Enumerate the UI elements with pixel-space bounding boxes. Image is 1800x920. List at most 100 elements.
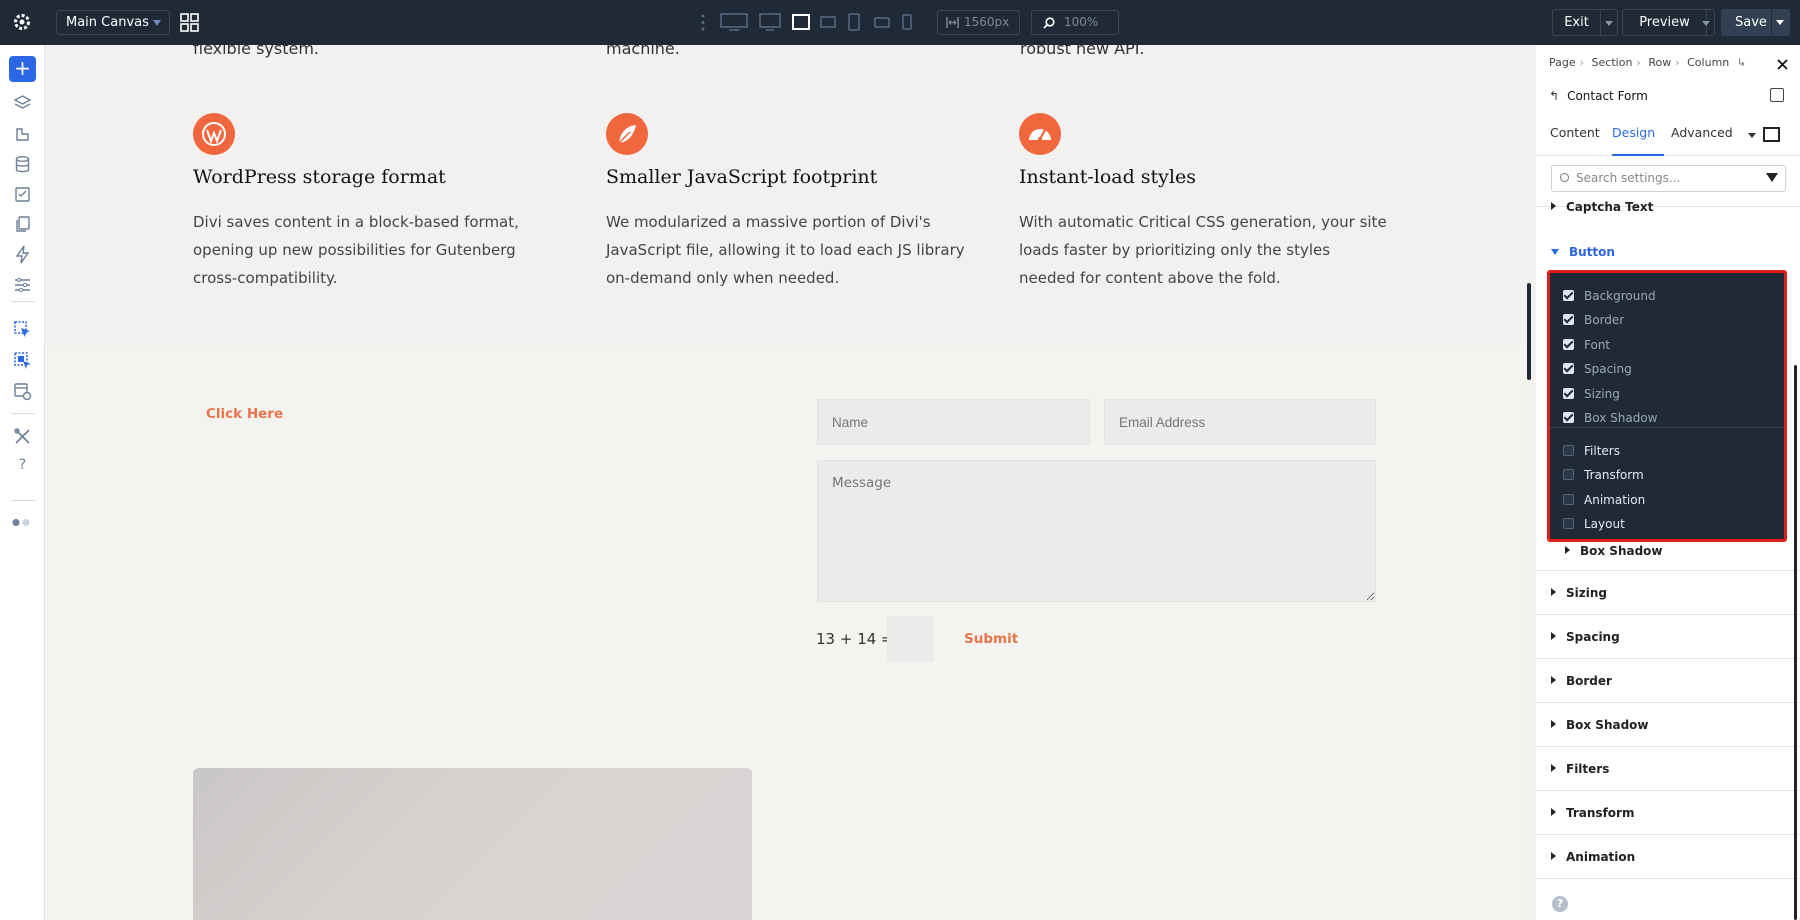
more-vertical-icon[interactable] <box>701 14 705 31</box>
breadcrumb-column[interactable]: Column <box>1687 56 1729 69</box>
name-input[interactable] <box>817 399 1090 445</box>
feature-body: Divi saves content in a block-based form… <box>193 213 519 287</box>
breadcrumb: Page › Section › Row › Column ↳ <box>1549 56 1746 69</box>
add-module-button[interactable]: + <box>9 56 36 82</box>
desktop-icon[interactable] <box>759 12 781 32</box>
tools-icon[interactable] <box>13 427 32 446</box>
active-tab-indicator <box>1612 154 1664 156</box>
grid-icon[interactable] <box>180 13 199 32</box>
settings-search-input[interactable]: Search settings... <box>1551 165 1786 192</box>
group-captcha-text[interactable]: Captcha Text <box>1551 200 1653 214</box>
help-icon[interactable]: ? <box>13 457 32 476</box>
desktop-wide-icon[interactable] <box>720 12 748 32</box>
brush-icon[interactable] <box>13 125 32 144</box>
template-icon[interactable] <box>13 185 32 204</box>
breadcrumb-page[interactable]: Page <box>1549 56 1576 69</box>
panel-scrollbar[interactable] <box>1794 365 1797 920</box>
back-arrow-icon[interactable]: ↰ <box>1549 89 1559 103</box>
search-icon <box>1560 173 1569 182</box>
captcha-input[interactable] <box>887 616 934 662</box>
dropdown-option-font[interactable]: Font <box>1563 338 1610 352</box>
group-button[interactable]: Button <box>1551 245 1615 259</box>
dropdown-option-animation[interactable]: Animation <box>1563 493 1645 507</box>
tab-content[interactable]: Content <box>1550 125 1600 140</box>
tablet-landscape-icon[interactable] <box>820 12 836 32</box>
phone-landscape-icon[interactable] <box>874 12 890 32</box>
square-icon[interactable] <box>1763 127 1780 142</box>
panel-divider <box>1536 878 1800 879</box>
design-group-filter-dropdown: Background Border Font Spacing Sizing Bo… <box>1547 270 1787 542</box>
laptop-icon[interactable] <box>792 12 810 32</box>
toggle-icon[interactable] <box>11 513 33 532</box>
canvas-width-input[interactable]: 1560px <box>937 10 1020 35</box>
multi-select-icon[interactable] <box>13 351 32 370</box>
checkbox-checked[interactable] <box>1563 412 1574 423</box>
subgroup-box-shadow[interactable]: Box Shadow <box>1565 544 1663 558</box>
close-icon[interactable] <box>1777 59 1788 70</box>
sidebar-divider <box>11 500 35 501</box>
chevron-down-icon <box>1605 21 1613 26</box>
email-input[interactable] <box>1104 399 1376 445</box>
exit-button[interactable]: Exit <box>1552 9 1601 36</box>
dropdown-option-box-shadow[interactable]: Box Shadow <box>1563 411 1657 425</box>
layers-icon[interactable] <box>13 94 32 113</box>
filter-icon[interactable] <box>1766 173 1778 182</box>
tab-design[interactable]: Design <box>1612 125 1655 140</box>
dropdown-option-border[interactable]: Border <box>1563 313 1624 327</box>
preview-menu-button[interactable] <box>1697 9 1715 36</box>
database-icon[interactable] <box>13 155 32 174</box>
pages-icon[interactable] <box>13 215 32 234</box>
layout-settings-icon[interactable] <box>13 382 32 401</box>
group-sizing[interactable]: Sizing <box>1551 586 1607 600</box>
group-filters[interactable]: Filters <box>1551 762 1609 776</box>
group-box-shadow[interactable]: Box Shadow <box>1551 718 1649 732</box>
panel-divider <box>1536 614 1800 615</box>
group-animation[interactable]: Animation <box>1551 850 1635 864</box>
breadcrumb-row[interactable]: Row <box>1648 56 1671 69</box>
tablet-icon[interactable] <box>848 12 860 32</box>
checkbox-checked[interactable] <box>1563 388 1574 399</box>
image-placeholder <box>193 768 752 920</box>
dropdown-option-transform[interactable]: Transform <box>1563 468 1644 482</box>
checkbox-unchecked[interactable] <box>1563 469 1574 480</box>
checkbox-unchecked[interactable] <box>1563 445 1574 456</box>
caret-right-icon <box>1551 764 1556 772</box>
canvas-scrollbar[interactable] <box>1527 283 1531 380</box>
click-here-button[interactable]: Click Here <box>206 406 283 422</box>
dropdown-option-sizing[interactable]: Sizing <box>1563 387 1620 401</box>
caret-right-icon <box>1551 632 1556 640</box>
chevron-down-icon[interactable] <box>1748 133 1756 138</box>
zoom-input[interactable]: 100% <box>1031 10 1119 35</box>
dropdown-option-layout[interactable]: Layout <box>1563 517 1625 531</box>
exit-menu-button[interactable] <box>1600 9 1618 36</box>
checkbox-checked[interactable] <box>1563 290 1574 301</box>
breadcrumb-section[interactable]: Section <box>1592 56 1633 69</box>
panel-options-icon[interactable] <box>1770 88 1784 102</box>
checkbox-checked[interactable] <box>1563 314 1574 325</box>
cursor-select-icon[interactable] <box>13 320 32 339</box>
tab-advanced[interactable]: Advanced <box>1671 125 1733 140</box>
phone-icon[interactable] <box>902 12 912 32</box>
gear-icon[interactable] <box>12 12 32 32</box>
group-spacing[interactable]: Spacing <box>1551 630 1620 644</box>
chevron-down-icon[interactable] <box>1776 20 1784 25</box>
checkbox-unchecked[interactable] <box>1563 518 1574 529</box>
message-textarea[interactable] <box>817 460 1376 602</box>
lightning-icon[interactable] <box>13 245 32 264</box>
group-label: Border <box>1566 674 1612 688</box>
checkbox-unchecked[interactable] <box>1563 494 1574 505</box>
feather-icon <box>606 113 648 155</box>
sliders-icon[interactable] <box>13 275 32 294</box>
checkbox-checked[interactable] <box>1563 363 1574 374</box>
group-border[interactable]: Border <box>1551 674 1612 688</box>
canvas-select[interactable]: Main Canvas <box>56 10 170 35</box>
dropdown-option-background[interactable]: Background <box>1563 289 1656 303</box>
submit-button[interactable]: Submit <box>964 631 1018 647</box>
save-button[interactable]: Save <box>1721 9 1790 36</box>
dropdown-option-spacing[interactable]: Spacing <box>1563 362 1632 376</box>
help-icon[interactable]: ? <box>1552 896 1568 912</box>
preview-button[interactable]: Preview <box>1622 9 1707 36</box>
group-transform[interactable]: Transform <box>1551 806 1634 820</box>
dropdown-option-filters[interactable]: Filters <box>1563 444 1620 458</box>
checkbox-checked[interactable] <box>1563 339 1574 350</box>
